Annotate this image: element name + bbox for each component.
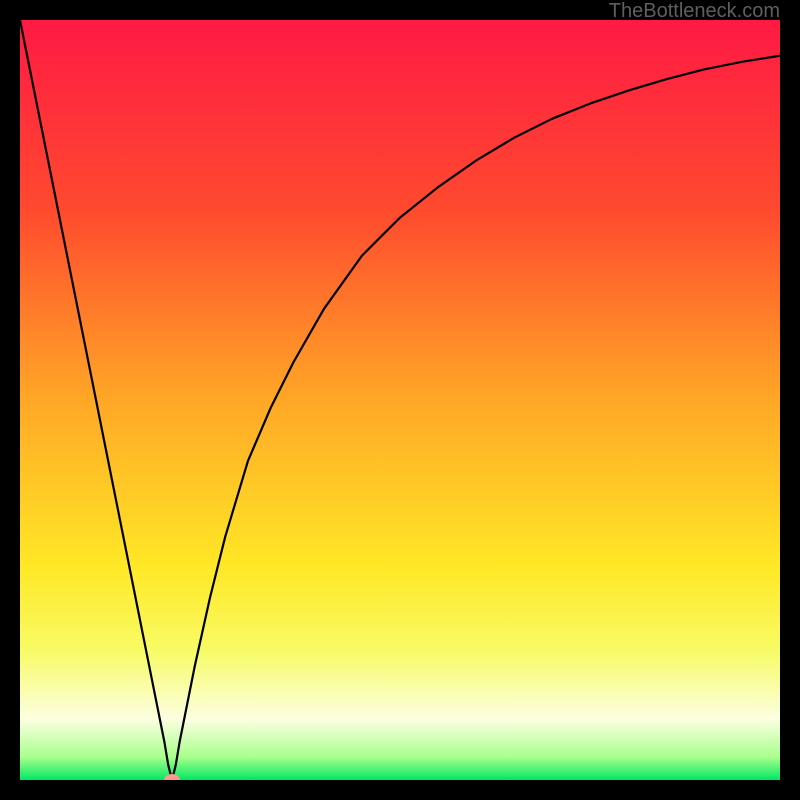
attribution-label: TheBottleneck.com — [609, 0, 780, 23]
bottleneck-chart: TheBottleneck.com — [0, 0, 800, 800]
gradient-background — [20, 20, 780, 780]
plot-svg — [20, 20, 780, 780]
plot-area — [20, 20, 780, 780]
